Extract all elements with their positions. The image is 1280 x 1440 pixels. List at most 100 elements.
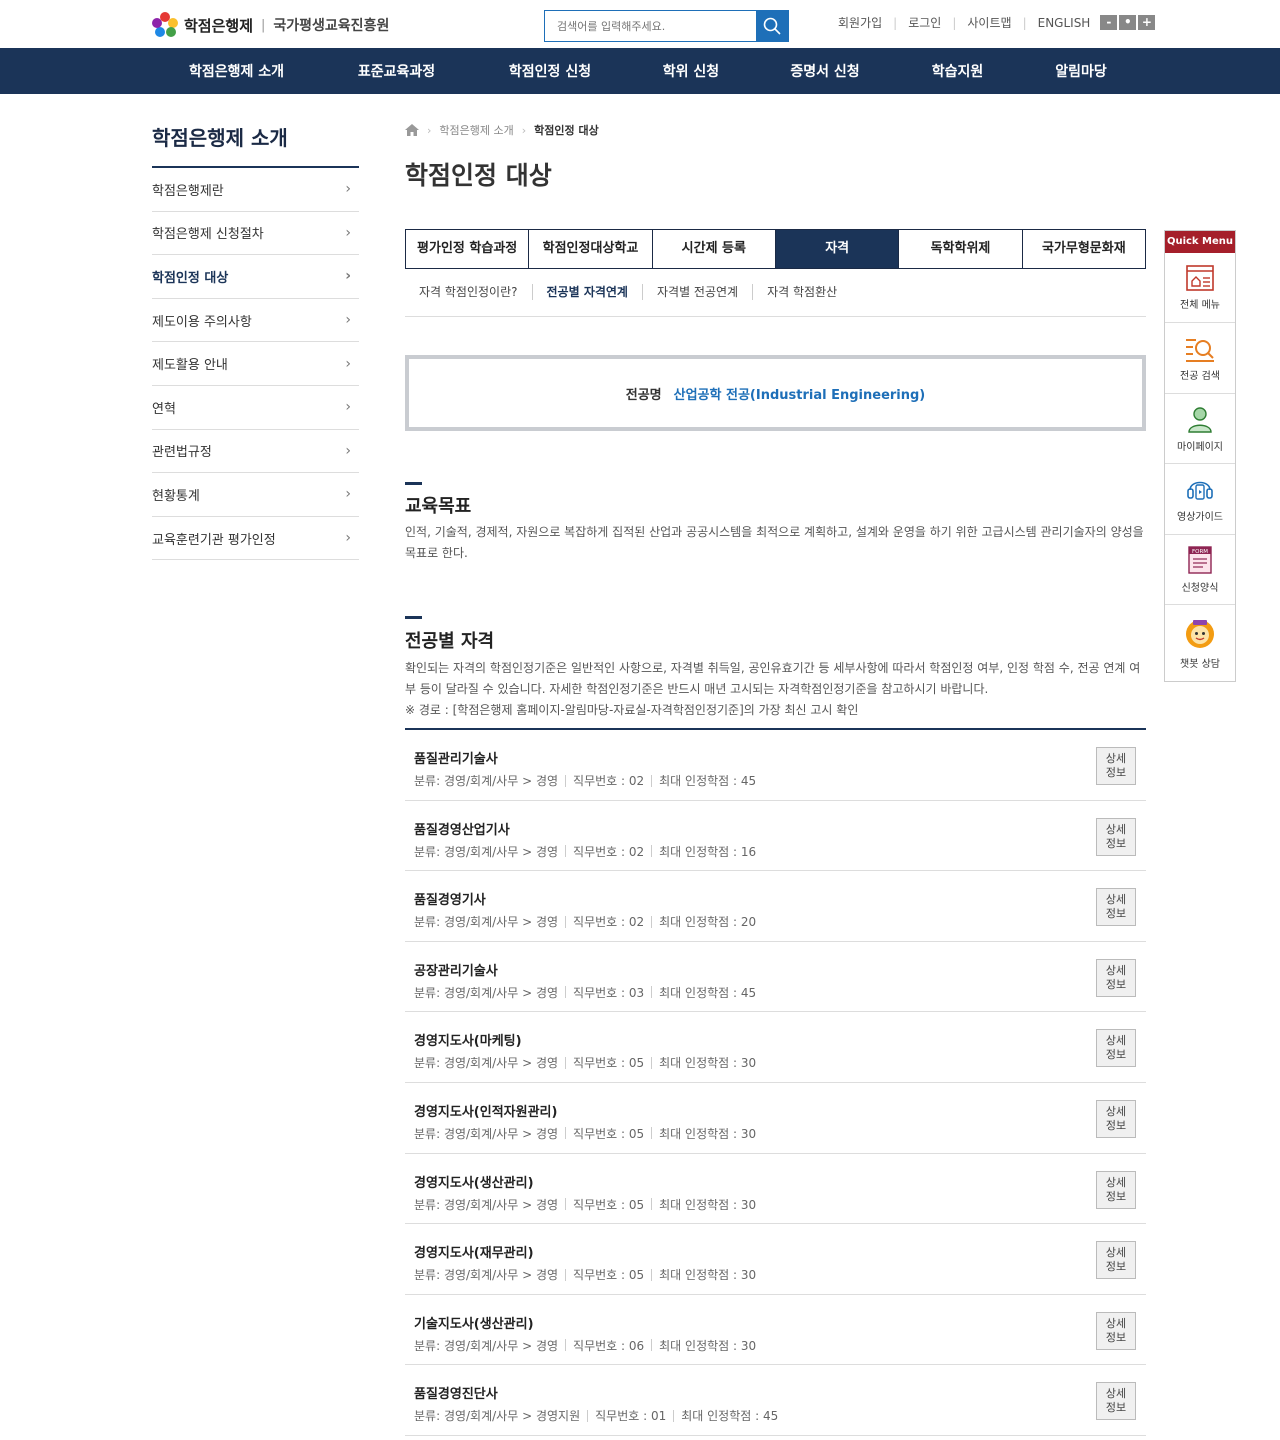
lnb-item-institution-eval[interactable]: 교육훈련기관 평가인정 › (152, 517, 359, 561)
quick-item-chatbot[interactable]: 챗봇 상담 (1165, 605, 1235, 682)
menu-icon (1186, 265, 1214, 291)
lnb-item-label: 학점은행제 신청절차 (152, 227, 264, 243)
chevron-right-icon: › (345, 486, 351, 503)
search-button[interactable] (756, 11, 788, 41)
login-link[interactable]: 로그인 (908, 14, 941, 31)
sitemap-link[interactable]: 사이트맵 (967, 14, 1011, 31)
tab-qualification[interactable]: 자격 (775, 230, 900, 268)
detail-button-line2: 정보 (1105, 1189, 1127, 1203)
meta-divider (673, 1409, 675, 1422)
meta-divider (651, 986, 653, 999)
meta-divider (565, 1268, 567, 1281)
quick-item-major-search[interactable]: 전공 검색 (1165, 323, 1235, 394)
meta-divider (565, 1056, 567, 1069)
detail-button[interactable]: 상세 정보 (1096, 817, 1136, 856)
quick-item-all-menu[interactable]: 전체 메뉴 (1165, 253, 1235, 324)
lnb-item-usage-guide[interactable]: 제도활용 안내 › (152, 342, 359, 386)
logo-text: 학점은행제 (184, 16, 254, 35)
qualification-category: 분류: 경영/회계/사무 > 경영 (414, 915, 559, 930)
qualification-credit: 최대 인정학점 : 45 (659, 774, 757, 788)
site-logo[interactable]: 학점은행제 | 국가평생교육진흥원 (152, 12, 389, 38)
detail-button-line2: 정보 (1105, 836, 1127, 850)
major-box: 전공명 산업공학 전공(Industrial Engineering) (405, 355, 1146, 431)
qualification-row: 품질관리기술사 분류: 경영/회계/사무 > 경영 직무번호 : 02 최대 인정학… (405, 730, 1146, 801)
breadcrumb-separator: › (521, 123, 527, 137)
qualification-job: 직무번호 : 05 (573, 1056, 645, 1071)
lnb-item-procedure[interactable]: 학점은행제 신청절차 › (152, 212, 359, 256)
qualification-job: 직무번호 : 05 (573, 1268, 645, 1283)
qualification-job: 직무번호 : 02 (573, 844, 645, 859)
search-input[interactable] (545, 11, 756, 41)
nav-item-degree-apply[interactable]: 학위 신청 (646, 48, 736, 94)
qualification-job: 직무번호 : 02 (573, 774, 645, 788)
quick-item-label: 전체 메뉴 (1180, 300, 1220, 312)
lnb-item-statistics[interactable]: 현황통계 › (152, 473, 359, 517)
detail-button-line1: 상세 (1105, 1246, 1127, 1260)
subtab-what-is[interactable]: 자격 학점인정이란? (405, 284, 532, 300)
quick-item-video-guide[interactable]: 영상가이드 (1165, 464, 1235, 535)
detail-button[interactable]: 상세 정보 (1096, 747, 1136, 785)
home-icon[interactable] (405, 124, 419, 136)
zoom-reset-button[interactable]: • (1119, 15, 1137, 30)
tab-credit-school[interactable]: 학점인정대상학교 (529, 230, 653, 268)
subtab-conversion[interactable]: 자격 학점환산 (752, 284, 851, 300)
detail-button-line1: 상세 (1105, 963, 1127, 977)
english-link[interactable]: ENGLISH (1038, 16, 1091, 30)
subtab-by-major[interactable]: 전공별 자격연계 (531, 284, 642, 300)
quick-item-mypage[interactable]: 마이페이지 (1165, 394, 1235, 465)
lnb-item-history[interactable]: 연혁 › (152, 386, 359, 430)
detail-button-line2: 정보 (1105, 1401, 1127, 1415)
detail-button-line2: 정보 (1105, 1260, 1127, 1274)
qualification-name: 품질관리기술사 (414, 752, 498, 767)
zoom-out-button[interactable]: - (1100, 15, 1118, 30)
breadcrumb-item[interactable]: 학점은행제 소개 (439, 122, 513, 138)
search-list-icon (1186, 338, 1214, 362)
nav-item-certificate[interactable]: 증명서 신청 (770, 48, 880, 94)
tab-eval-course[interactable]: 평가인정 학습과정 (406, 230, 530, 268)
detail-button-line2: 정보 (1105, 1048, 1127, 1062)
tab-parttime[interactable]: 시간제 등록 (653, 230, 776, 268)
detail-button-line1: 상세 (1105, 752, 1127, 765)
lnb-item-about[interactable]: 학점은행제란 › (152, 168, 359, 212)
tab-self-study[interactable]: 독학학위제 (899, 230, 1023, 268)
detail-button[interactable]: 상세 정보 (1096, 1170, 1136, 1209)
qualification-row: 경영지도사(마케팅) 분류: 경영/회계/사무 > 경영 직무번호 : 05 최대 … (405, 1012, 1146, 1083)
tab-intangible-heritage[interactable]: 국가무형문화재 (1023, 230, 1145, 268)
qualification-name: 경영지도사(생산관리) (414, 1175, 534, 1191)
lnb-item-regulations[interactable]: 관련법규정 › (152, 430, 359, 474)
nav-item-learning-support[interactable]: 학습지원 (915, 48, 1000, 94)
quick-item-label: 신청양식 (1181, 582, 1219, 594)
quick-menu-title: Quick Menu (1165, 231, 1235, 253)
qualification-meta: 분류: 경영/회계/사무 > 경영 직무번호 : 03 최대 인정학점 : 45 (414, 984, 756, 1001)
detail-button[interactable]: 상세 정보 (1096, 1029, 1136, 1068)
qualification-row: 경영지도사(생산관리) 분류: 경영/회계/사무 > 경영 직무번호 : 05 최대… (405, 1154, 1146, 1225)
nav-item-credit-apply[interactable]: 학점인정 신청 (490, 48, 610, 94)
meta-divider (565, 915, 567, 928)
meta-divider (651, 1339, 653, 1352)
quick-item-forms[interactable]: FORM 신청양식 (1165, 535, 1235, 605)
qualification-row: 경영지도사(인적자원관리) 분류: 경영/회계/사무 > 경영 직무번호 : 05… (405, 1083, 1146, 1154)
lnb-item-credit-target[interactable]: 학점인정 대상 › (152, 255, 359, 299)
zoom-in-button[interactable]: + (1138, 15, 1156, 30)
nav-item-curriculum[interactable]: 표준교육과정 (340, 48, 453, 94)
qualification-meta: 분류: 경영/회계/사무 > 경영 직무번호 : 05 최대 인정학점 : 30 (414, 1196, 756, 1213)
nav-item-intro[interactable]: 학점은행제 소개 (170, 48, 303, 94)
chevron-right-icon: › (345, 224, 351, 241)
qualification-row: 품질경영산업기사 분류: 경영/회계/사무 > 경영 직무번호 : 02 최대 인정… (405, 801, 1146, 872)
qualification-name: 경영지도사(마케팅) (414, 1034, 522, 1050)
detail-button[interactable]: 상세 정보 (1096, 1311, 1136, 1350)
detail-button-line1: 상세 (1105, 1034, 1127, 1048)
detail-button[interactable]: 상세 정보 (1096, 958, 1136, 997)
detail-button[interactable]: 상세 정보 (1096, 1099, 1136, 1138)
detail-button[interactable]: 상세 정보 (1096, 888, 1136, 927)
meta-divider (565, 1127, 567, 1140)
meta-divider (565, 774, 567, 787)
signup-link[interactable]: 회원가입 (838, 14, 882, 31)
qualification-credit: 최대 인정학점 : 45 (681, 1409, 779, 1424)
detail-button[interactable]: 상세 정보 (1096, 1241, 1136, 1280)
subtab-by-qualification[interactable]: 자격별 전공연계 (641, 284, 752, 300)
qualification-meta: 분류: 경영/회계/사무 > 경영 직무번호 : 02 최대 인정학점 : 20 (414, 913, 756, 930)
lnb-item-cautions[interactable]: 제도이용 주의사항 › (152, 299, 359, 343)
detail-button[interactable]: 상세 정보 (1096, 1382, 1136, 1421)
nav-item-notice[interactable]: 알림마당 (1040, 48, 1122, 94)
